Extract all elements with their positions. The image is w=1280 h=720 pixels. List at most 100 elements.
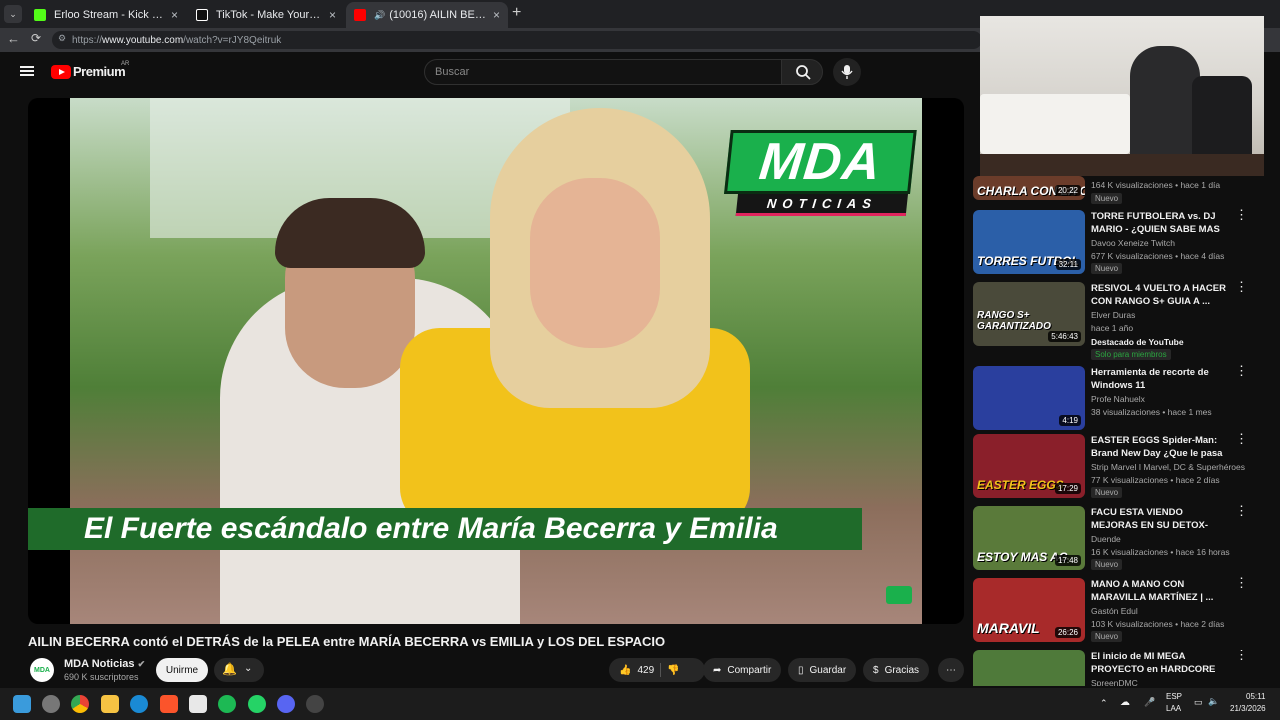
- edge-icon[interactable]: [130, 695, 148, 713]
- recommended-video[interactable]: 4:19 Herramienta de recorte de Windows 1…: [973, 366, 1253, 432]
- store-icon[interactable]: [189, 695, 207, 713]
- microphone-icon: [841, 65, 853, 79]
- clock-time[interactable]: 05:11: [1246, 692, 1265, 701]
- new-tab-button[interactable]: +: [512, 4, 521, 22]
- windows-start-icon[interactable]: [13, 695, 31, 713]
- share-button[interactable]: ➦ Compartir: [703, 658, 782, 682]
- video-thumbnail[interactable]: ESTOY MAS AC 17:48: [973, 506, 1085, 570]
- channel-name[interactable]: Strip Marvel I Marvel, DC & Superhéroes: [1091, 462, 1245, 472]
- recommended-video[interactable]: EASTER EGGS 17:29 EASTER EGGS Spider-Man…: [973, 434, 1253, 500]
- whatsapp-icon[interactable]: [248, 695, 266, 713]
- spotify-icon[interactable]: [218, 695, 236, 713]
- channel-name[interactable]: Duende: [1091, 534, 1121, 544]
- close-tab-icon[interactable]: ×: [493, 8, 500, 22]
- kick-icon: [34, 9, 46, 21]
- video-player[interactable]: MDA NOTICIAS El Fuerte escándalo entre M…: [28, 98, 964, 624]
- cloud-icon[interactable]: ☁: [1120, 697, 1130, 708]
- browser-tab-kick[interactable]: Erloo Stream - Kick Dashboard ×: [26, 2, 186, 28]
- settings-icon[interactable]: [42, 695, 60, 713]
- close-tab-icon[interactable]: ×: [329, 8, 336, 22]
- menu-icon[interactable]: [20, 66, 34, 68]
- search-input[interactable]: Buscar: [424, 59, 782, 85]
- video-title[interactable]: EASTER EGGS Spider-Man: Brand New Day ¿Q…: [1091, 434, 1227, 460]
- video-thumbnail[interactable]: EASTER EGGS 17:29: [973, 434, 1085, 498]
- more-vert-icon[interactable]: [1235, 436, 1239, 442]
- verified-icon: ✔: [137, 659, 146, 669]
- chrome-icon[interactable]: [71, 695, 89, 713]
- thanks-label: Gracias: [884, 664, 920, 676]
- more-vert-icon[interactable]: [1235, 368, 1239, 374]
- obs-icon[interactable]: [306, 695, 324, 713]
- more-vert-icon[interactable]: [1235, 508, 1239, 514]
- video-thumbnail[interactable]: [973, 650, 1085, 686]
- search-button[interactable]: [781, 59, 823, 85]
- new-badge: Nuevo: [1091, 263, 1123, 274]
- more-vert-icon[interactable]: [1235, 580, 1239, 586]
- recommended-video[interactable]: TORRES FUTBOL 32:11 TORRE FUTBOLERA vs. …: [973, 210, 1253, 276]
- voice-search-button[interactable]: [833, 58, 861, 86]
- channel-avatar[interactable]: MDA: [30, 658, 54, 682]
- thumbs-up-icon: 👍: [619, 664, 632, 676]
- video-title[interactable]: MANO A MANO CON MARAVILLA MARTÍNEZ | ...: [1091, 578, 1227, 604]
- video-thumbnail[interactable]: 4:19: [973, 366, 1085, 430]
- language-indicator[interactable]: ESP: [1166, 692, 1182, 701]
- url-bar[interactable]: ⚙ https://www.youtube.com/watch?v=rJY8Qe…: [52, 31, 982, 49]
- video-thumbnail[interactable]: TORRES FUTBOL 32:11: [973, 210, 1085, 274]
- more-vert-icon[interactable]: [1235, 284, 1239, 290]
- mda-watermark-icon: [886, 586, 912, 604]
- channel-name[interactable]: Gastón Edul: [1091, 606, 1138, 616]
- duration-badge: 4:19: [1059, 415, 1081, 426]
- channel-name[interactable]: Profe Nahuelx: [1091, 394, 1145, 404]
- youtube-logo-icon[interactable]: [51, 65, 71, 79]
- channel-name[interactable]: Davoo Xeneize Twitch: [1091, 238, 1175, 248]
- channel-name[interactable]: MDA Noticias ✔: [64, 658, 145, 670]
- recommended-video[interactable]: MARAVIL 26:26 MANO A MANO CON MARAVILLA …: [973, 578, 1253, 644]
- reload-icon[interactable]: ⟳: [31, 31, 41, 45]
- speaker-icon[interactable]: 🔊: [374, 10, 385, 21]
- file-explorer-icon[interactable]: [101, 695, 119, 713]
- discord-icon[interactable]: [277, 695, 295, 713]
- video-title[interactable]: Herramienta de recorte de Windows 11: [1091, 366, 1227, 392]
- channel-name[interactable]: Elver Duras: [1091, 310, 1135, 320]
- recommended-video[interactable]: El inicio de MI MEGA PROYECTO en HARDCOR…: [973, 650, 1253, 686]
- browser-tab-youtube[interactable]: 🔊 (10016) AILIN BECERRA contó ×: [346, 2, 508, 28]
- tab-list-button[interactable]: ⌄: [4, 5, 22, 23]
- video-title[interactable]: FACU ESTA VIENDO MEJORAS EN SU DETOX- DU…: [1091, 506, 1227, 532]
- new-badge: Nuevo: [1091, 193, 1123, 204]
- recommended-video[interactable]: RANGO S+ GARANTIZADO 5:46:43 RESIVOL 4 V…: [973, 282, 1253, 362]
- bell-icon: 🔔: [222, 662, 237, 676]
- close-tab-icon[interactable]: ×: [171, 8, 178, 22]
- save-button[interactable]: ▯ Guardar: [788, 658, 857, 682]
- video-thumbnail[interactable]: MARAVIL 26:26: [973, 578, 1085, 642]
- video-thumbnail[interactable]: CHARLA CON LA COE 20:22: [973, 176, 1085, 200]
- thumbnail-text: ESTOY MAS AC: [977, 550, 1068, 564]
- dislike-button[interactable]: 👎: [667, 665, 679, 676]
- recommended-video[interactable]: ESTOY MAS AC 17:48 FACU ESTA VIENDO MEJO…: [973, 506, 1253, 572]
- browser-tab-tiktok[interactable]: TikTok - Make Your Day ×: [188, 2, 344, 28]
- subscriber-count: 690 K suscriptores: [64, 672, 139, 682]
- divider: [660, 663, 662, 677]
- back-icon[interactable]: ←: [7, 31, 20, 46]
- chevron-up-icon[interactable]: ⌃: [1100, 698, 1108, 709]
- more-vert-icon[interactable]: [1235, 652, 1239, 658]
- duration-badge: 26:26: [1054, 627, 1081, 638]
- microphone-tray-icon[interactable]: 🎤: [1144, 697, 1155, 708]
- video-title[interactable]: TORRE FUTBOLERA vs. DJ MARIO - ¿QUIEN SA…: [1091, 210, 1227, 236]
- premium-logo-text[interactable]: Premium: [73, 64, 126, 79]
- more-actions-button[interactable]: ⋯: [938, 658, 964, 682]
- video-meta: 77 K visualizaciones • hace 2 días: [1091, 475, 1220, 485]
- more-vert-icon[interactable]: [1235, 212, 1239, 218]
- thanks-button[interactable]: $ Gracias: [863, 658, 930, 682]
- tab-title: (10016) AILIN BECERRA contó: [389, 9, 487, 21]
- site-info-icon[interactable]: ⚙: [58, 33, 66, 44]
- channel-name[interactable]: SpreenDMC: [1091, 678, 1138, 686]
- video-title[interactable]: El inicio de MI MEGA PROYECTO en HARDCOR…: [1091, 650, 1227, 676]
- like-button[interactable]: 👍 429: [619, 665, 654, 676]
- volume-icon[interactable]: 🔈: [1208, 696, 1219, 707]
- video-thumbnail[interactable]: RANGO S+ GARANTIZADO 5:46:43: [973, 282, 1085, 346]
- brave-icon[interactable]: [160, 695, 178, 713]
- video-title[interactable]: RESIVOL 4 VUELTO A HACER CON RANGO S+ GU…: [1091, 282, 1227, 308]
- join-button[interactable]: Unirme: [156, 658, 208, 682]
- network-icon[interactable]: ▭: [1194, 697, 1203, 708]
- notifications-button[interactable]: 🔔 ⌄: [214, 658, 264, 682]
